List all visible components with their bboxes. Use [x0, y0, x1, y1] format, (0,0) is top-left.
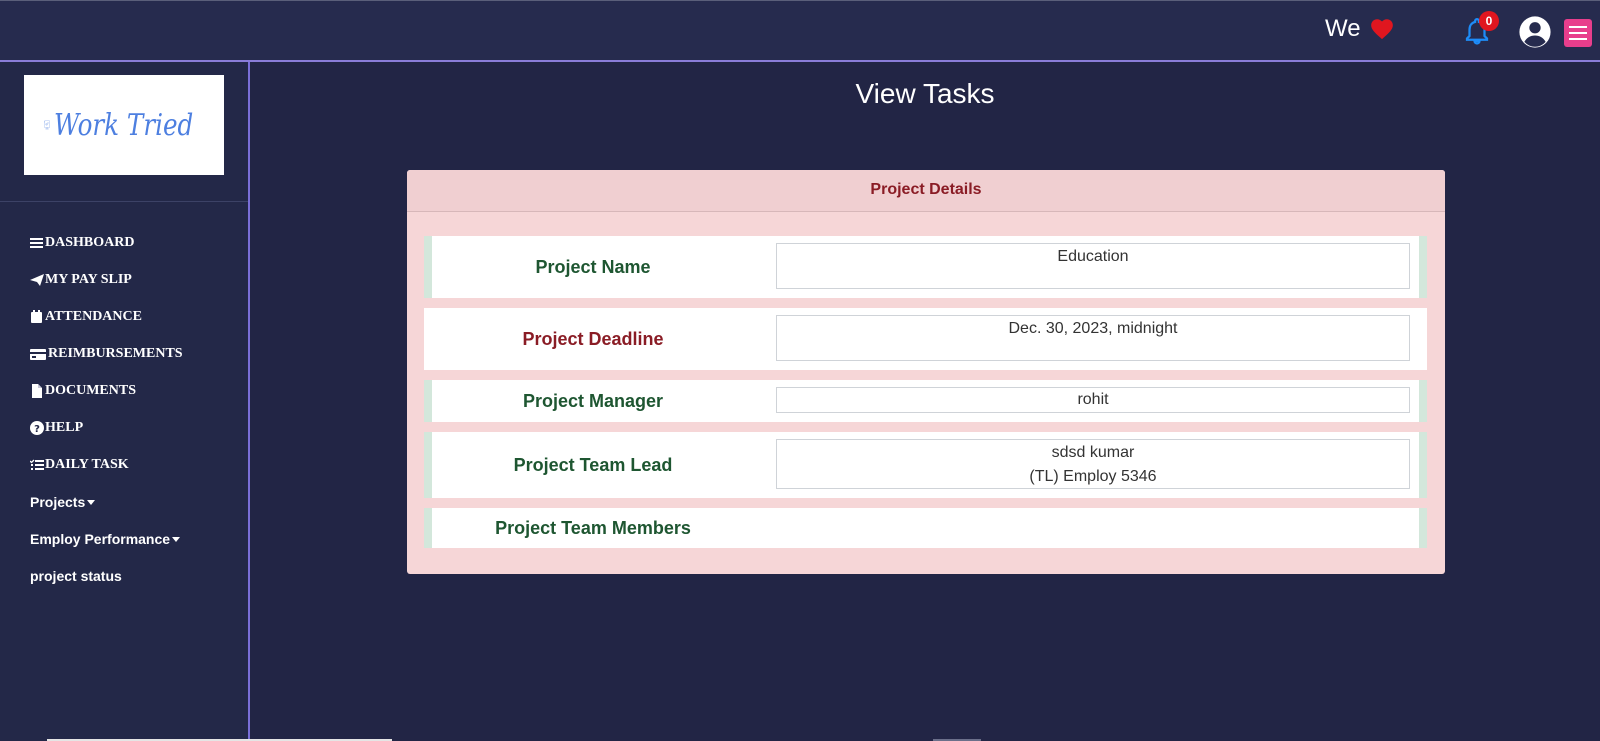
- field-label: Project Name: [535, 257, 651, 277]
- page-title: View Tasks: [855, 78, 995, 109]
- project-details-card: Project Details Project Name Education P…: [407, 170, 1445, 574]
- caret-down-icon: [87, 500, 96, 505]
- sidebar-item-projects[interactable]: Projects: [30, 483, 240, 520]
- computer-gear-icon: [44, 120, 50, 130]
- card-header: Project Details: [407, 170, 1445, 212]
- field-label: Project Manager: [522, 391, 664, 411]
- sidebar-item-project-status[interactable]: project status: [30, 557, 240, 594]
- sidebar-item-label: ATTENDANCE: [45, 308, 142, 324]
- heart-icon: [1370, 19, 1393, 40]
- paper-plane-icon: [30, 273, 44, 286]
- sidebar: Work Tried DASHBOARD MY PAY SLIP ATTENDA…: [0, 62, 250, 741]
- sidebar-nav: DASHBOARD MY PAY SLIP ATTENDANCE REIMBUR…: [30, 224, 240, 594]
- calendar-icon: [31, 309, 42, 323]
- sidebar-item-label: DASHBOARD: [45, 234, 135, 250]
- field-label: Project Team Lead: [513, 455, 673, 475]
- field-label: Project Deadline: [522, 329, 664, 349]
- project-manager-row: Project Manager rohit: [424, 380, 1427, 422]
- task-list-icon: [30, 459, 44, 470]
- sidebar-item-documents[interactable]: DOCUMENTS: [30, 372, 240, 409]
- project-team-lead-value: sdsd kumar (TL) Employ 5346: [776, 439, 1410, 489]
- sidebar-item-label: HELP: [45, 419, 84, 435]
- question-circle-icon: ?: [30, 420, 44, 435]
- greeting-text: We: [1325, 15, 1361, 42]
- project-deadline-value: Dec. 30, 2023, midnight: [776, 315, 1410, 361]
- project-name-value: Education: [776, 243, 1410, 289]
- sidebar-item-reimbursements[interactable]: REIMBURSEMENTS: [30, 335, 240, 372]
- project-manager-value: rohit: [776, 387, 1410, 413]
- user-circle-icon[interactable]: [1518, 15, 1552, 49]
- project-name-row: Project Name Education: [424, 236, 1427, 298]
- sidebar-item-employ-performance[interactable]: Employ Performance: [30, 520, 240, 557]
- file-icon: [32, 383, 42, 398]
- sidebar-item-pay-slip[interactable]: MY PAY SLIP: [30, 261, 240, 298]
- caret-down-icon: [172, 537, 181, 542]
- sidebar-item-label: REIMBURSEMENTS: [48, 345, 183, 361]
- top-navbar: We 0: [0, 0, 1600, 62]
- sidebar-item-label: Projects: [30, 493, 86, 510]
- sidebar-divider: [0, 201, 248, 202]
- logo: Work Tried: [24, 75, 224, 175]
- sidebar-item-dashboard[interactable]: DASHBOARD: [30, 224, 240, 261]
- hamburger-menu-icon[interactable]: [1564, 19, 1592, 47]
- sidebar-item-label: Employ Performance: [30, 530, 171, 547]
- sidebar-item-help[interactable]: ? HELP: [30, 409, 240, 446]
- sidebar-item-label: project status: [30, 567, 122, 584]
- sidebar-item-label: DAILY TASK: [45, 456, 129, 472]
- we-love-text: We: [1325, 15, 1395, 43]
- notification-badge: 0: [1479, 11, 1499, 31]
- logo-text: Work Tried: [54, 107, 194, 143]
- sidebar-item-attendance[interactable]: ATTENDANCE: [30, 298, 240, 335]
- svg-text:?: ?: [34, 424, 40, 435]
- field-label: Project Team Members: [495, 518, 691, 538]
- project-deadline-row: Project Deadline Dec. 30, 2023, midnight: [424, 308, 1427, 370]
- project-team-lead-row: Project Team Lead sdsd kumar (TL) Employ…: [424, 432, 1427, 498]
- sidebar-item-label: MY PAY SLIP: [45, 271, 132, 287]
- sidebar-item-daily-task[interactable]: DAILY TASK: [30, 446, 240, 483]
- credit-card-icon: [30, 348, 46, 360]
- bars-icon: [30, 237, 43, 248]
- team-lead-role: (TL) Employ 5346: [1029, 468, 1157, 485]
- team-lead-name: sdsd kumar: [1051, 444, 1135, 461]
- project-team-members-row: Project Team Members: [424, 508, 1427, 548]
- sidebar-item-label: DOCUMENTS: [45, 382, 137, 398]
